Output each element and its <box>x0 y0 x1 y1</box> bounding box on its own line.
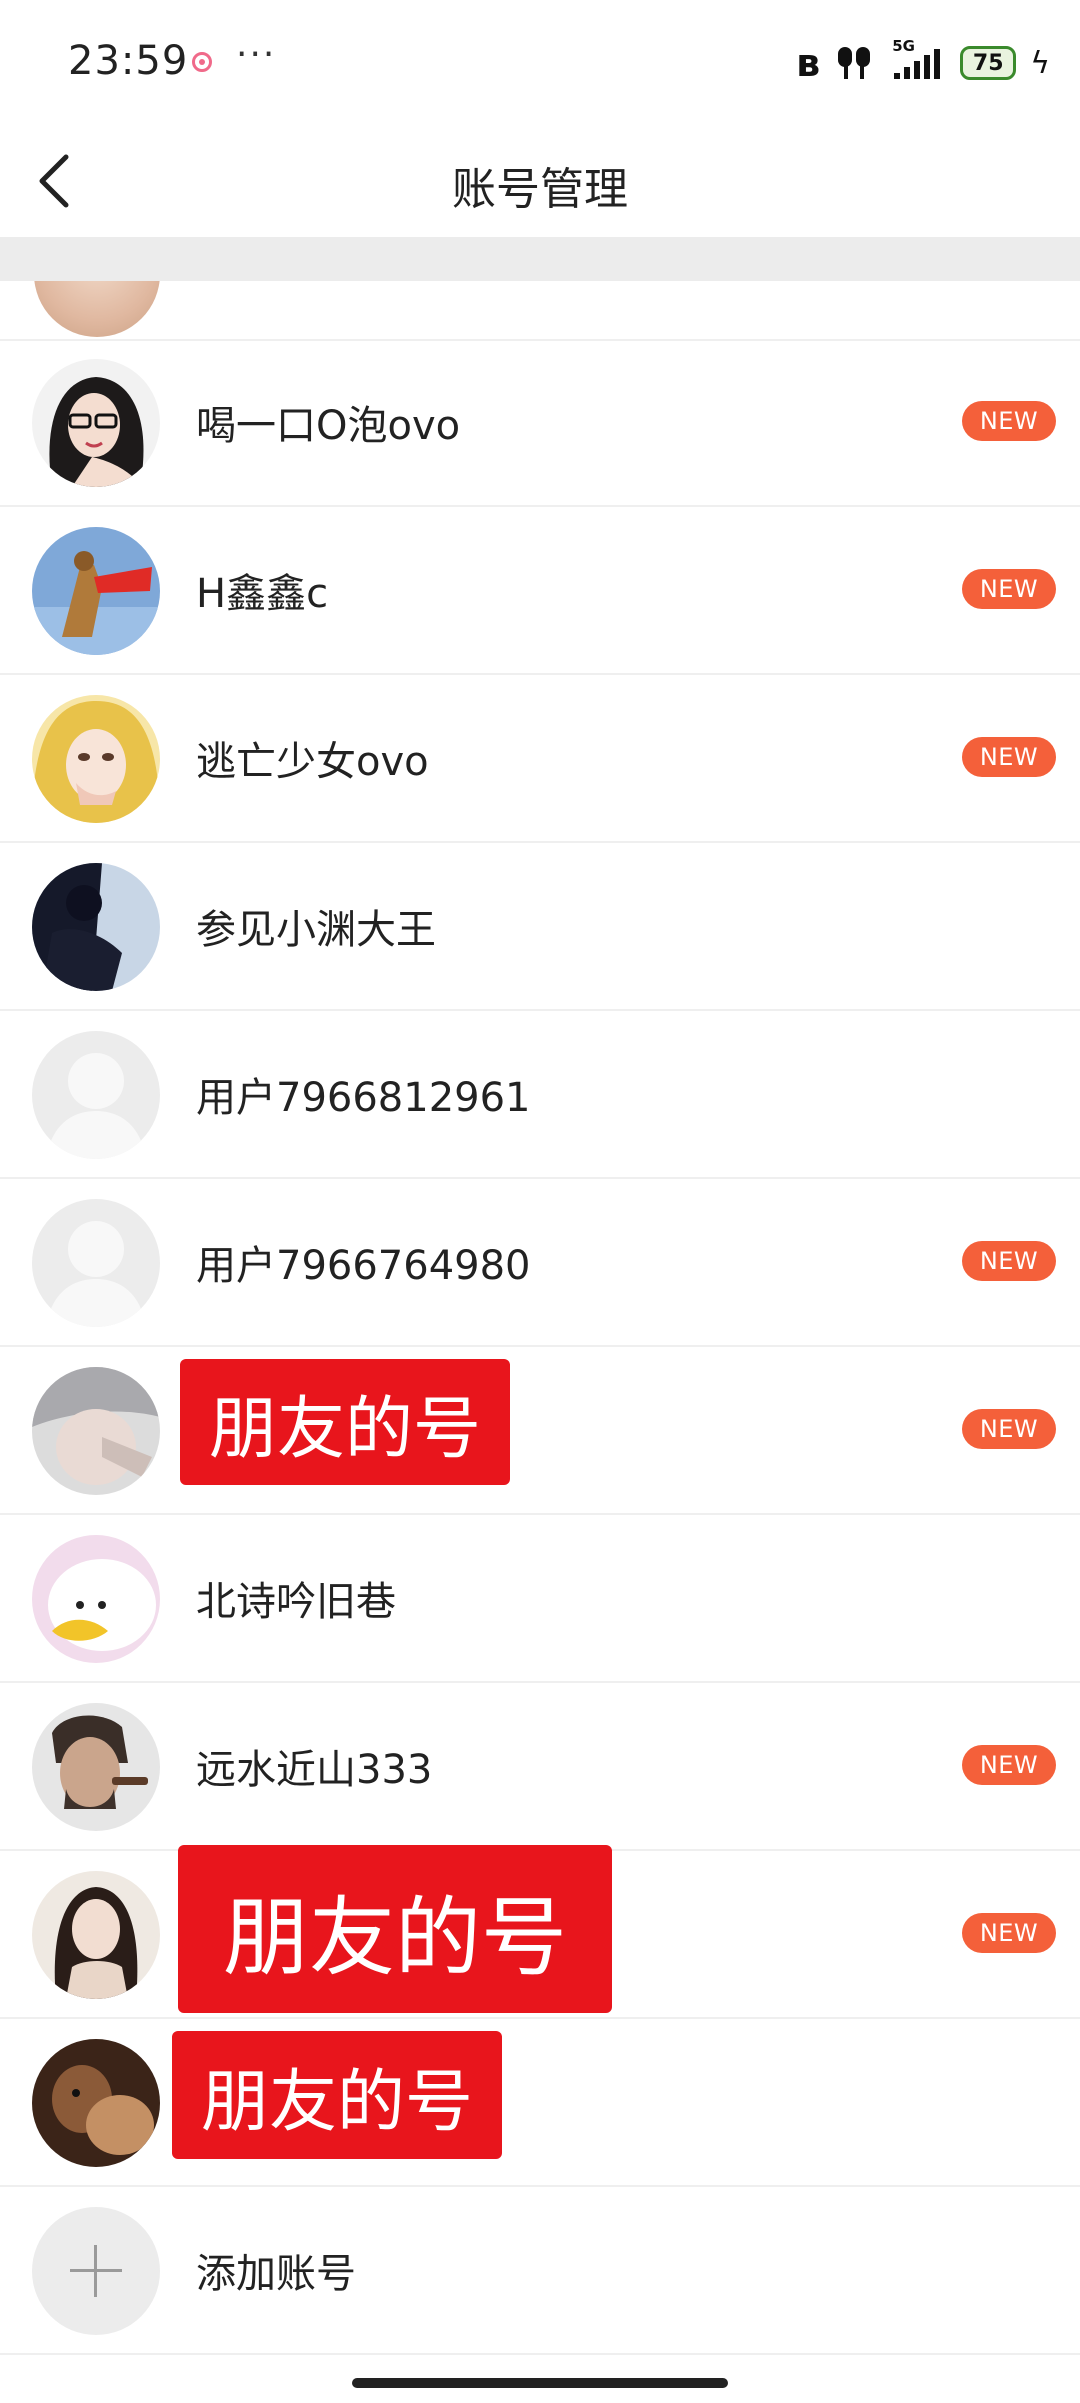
girl-portrait-avatar-icon <box>32 1871 160 1999</box>
plus-icon <box>70 2245 122 2297</box>
new-badge: NEW <box>962 1241 1056 1281</box>
status-bar: 23:59 ··· ʙ 5G 75 ϟ <box>0 0 1080 125</box>
list-top-divider <box>0 237 1080 281</box>
account-row[interactable]: H鑫鑫c NEW <box>0 507 1080 675</box>
new-badge: NEW <box>962 1409 1056 1449</box>
new-badge: NEW <box>962 401 1056 441</box>
default-avatar-icon <box>32 1031 160 1159</box>
add-account-label: 添加账号 <box>196 2251 356 2297</box>
status-icons: ʙ 5G 75 ϟ <box>796 37 1050 88</box>
notification-dot-icon <box>192 52 212 72</box>
account-name: H鑫鑫c <box>196 571 329 617</box>
signal-5g-icon: 5G <box>888 37 946 83</box>
new-badge: NEW <box>962 569 1056 609</box>
dark-silhouette-avatar-icon <box>32 863 160 991</box>
account-name: 参见小渊大王 <box>196 907 436 953</box>
account-row[interactable]: 北诗吟旧巷 <box>0 1515 1080 1683</box>
default-avatar-icon <box>32 1199 160 1327</box>
page-title: 账号管理 <box>452 164 628 215</box>
status-time: 23:59 <box>68 38 189 84</box>
add-account-avatar <box>32 2207 160 2335</box>
account-name: 用户7966812961 <box>196 1075 531 1121</box>
new-badge: NEW <box>962 1745 1056 1785</box>
animal-avatar-icon <box>32 2039 160 2167</box>
account-row[interactable]: 喝一口O泡ovo NEW <box>0 339 1080 507</box>
man-smoking-avatar-icon <box>32 1703 160 1831</box>
dog-cape-avatar-icon <box>32 527 160 655</box>
account-row[interactable]: 用户7966764980 NEW <box>0 1179 1080 1347</box>
account-row[interactable]: 远水近山333 NEW <box>0 1683 1080 1851</box>
bluetooth-icon: ʙ <box>796 41 821 85</box>
account-name: 喝一口O泡ovo <box>196 403 461 449</box>
account-name: 用户7966764980 <box>196 1243 531 1289</box>
nav-bar: 账号管理 <box>0 125 1080 237</box>
blonde-girl-avatar-icon <box>32 695 160 823</box>
charging-icon: ϟ <box>1030 45 1050 81</box>
grey-boy-avatar-icon <box>32 1367 160 1495</box>
home-indicator[interactable] <box>352 2378 728 2388</box>
account-row[interactable]: 朋友的号 <box>0 2019 1080 2187</box>
red-label-overlay: 朋友的号 <box>180 1359 510 1485</box>
new-badge: NEW <box>962 1913 1056 1953</box>
account-row[interactable]: 朋友的号 NEW <box>0 1347 1080 1515</box>
list-item-partial[interactable] <box>0 281 1080 341</box>
red-label-overlay: 朋友的号 <box>172 2031 502 2159</box>
red-label-overlay: 朋友的号 <box>178 1845 612 2013</box>
add-account-row[interactable]: 添加账号 <box>0 2187 1080 2355</box>
duck-avatar-icon <box>32 1535 160 1663</box>
account-row[interactable]: 逃亡少女ovo NEW <box>0 675 1080 843</box>
battery-icon: 75 <box>960 46 1017 80</box>
avatar <box>34 281 160 337</box>
account-name: 远水近山333 <box>196 1747 433 1793</box>
account-row[interactable]: 朋友的号 NEW <box>0 1845 1080 2019</box>
new-badge: NEW <box>962 737 1056 777</box>
account-name: 逃亡少女ovo <box>196 739 429 785</box>
girl-glasses-avatar-icon <box>32 359 160 487</box>
more-notifications-icon: ··· <box>236 34 277 75</box>
account-name: 北诗吟旧巷 <box>196 1579 396 1625</box>
account-row[interactable]: 用户7966812961 <box>0 1011 1080 1179</box>
account-row[interactable]: 参见小渊大王 <box>0 843 1080 1011</box>
earbuds-icon <box>834 45 874 81</box>
